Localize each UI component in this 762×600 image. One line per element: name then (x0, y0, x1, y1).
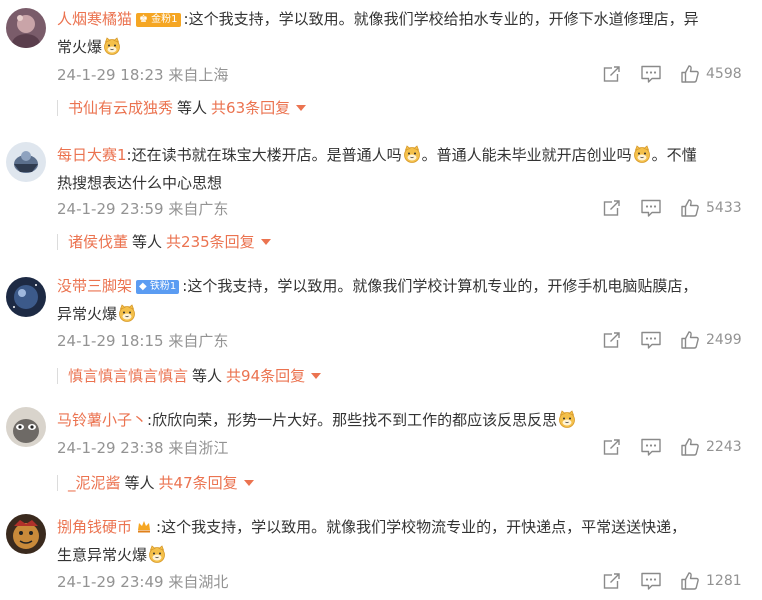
comment-actions: 2499 (602, 330, 752, 350)
doge-cat-icon (403, 145, 421, 163)
like-icon[interactable] (680, 198, 700, 218)
avatar[interactable] (6, 514, 46, 554)
reply-user[interactable]: 诸侯伐董 (68, 233, 128, 251)
username[interactable]: 没带三脚架 (57, 277, 132, 295)
doge-cat-icon (118, 304, 136, 322)
doge-cat-icon (558, 410, 576, 428)
comment-meta: 24-1-29 18:23 来自上海 (57, 65, 228, 85)
reply-divider (57, 234, 58, 250)
comment-actions: 4598 (602, 64, 752, 84)
comment-icon[interactable] (640, 330, 662, 350)
comment-meta: 24-1-29 23:59 来自广东 (57, 199, 228, 219)
reply-divider (57, 368, 58, 384)
chevron-down-icon[interactable] (296, 105, 307, 111)
comment-location: 来自广东 (168, 332, 229, 350)
like-icon[interactable] (680, 330, 700, 350)
comment-text: 捌角钱硬币:这个我支持，学以致用。就像我们学校物流专业的，开快递点，平常送送快递… (57, 518, 687, 536)
fan-badge: ◆ 铁粉1 (136, 280, 180, 294)
reply-user[interactable]: _泥泥酱 (68, 474, 121, 492)
like-icon[interactable] (680, 64, 700, 84)
username[interactable]: 每日大赛1 (57, 146, 127, 164)
comment-icon[interactable] (640, 571, 662, 591)
username[interactable]: 马铃薯小子丶 (57, 411, 147, 429)
comment-icon[interactable] (640, 437, 662, 457)
comment-date: 24-1-29 18:23 (57, 66, 164, 84)
share-icon[interactable] (602, 571, 622, 591)
fan-badge: ♚ 金粉1 (136, 13, 181, 27)
reply-count[interactable]: 共63条回复 (211, 99, 290, 117)
comment-text: 人烟寒橘猫 ♚ 金粉1:这个我支持，学以致用。就像我们学校给拍水专业的，开修下水道… (57, 10, 699, 28)
comment-text: 没带三脚架 ◆ 铁粉1:这个我支持，学以致用。就像我们学校计算机专业的，开修手机电… (57, 277, 698, 295)
comment-text-line2: 热搜想表达什么中心思想 (57, 174, 223, 192)
doge-cat-icon (633, 145, 651, 163)
reply-count[interactable]: 共235条回复 (166, 233, 255, 251)
reply-divider (57, 475, 58, 491)
comment-actions: 5433 (602, 198, 752, 218)
reply-summary[interactable]: 书仙有云成独秀 等人 共63条回复 (57, 97, 307, 119)
reply-count[interactable]: 共94条回复 (226, 367, 305, 385)
like-count: 5433 (706, 200, 742, 216)
comment-actions: 2243 (602, 437, 752, 457)
comment-text-line2: 生意异常火爆 (57, 541, 744, 569)
like-icon[interactable] (680, 437, 700, 457)
comment-location: 来自湖北 (168, 573, 229, 591)
comment-date: 24-1-29 23:38 (57, 439, 164, 457)
share-icon[interactable] (602, 198, 622, 218)
comment-date: 24-1-29 23:59 (57, 200, 164, 218)
comment-text-line2: 异常火爆 (57, 300, 744, 328)
reply-user[interactable]: 慎言慎言慎言慎言 (68, 367, 188, 385)
comment-meta: 24-1-29 23:49 来自湖北 (57, 572, 228, 592)
avatar[interactable] (6, 8, 46, 48)
comment-location: 来自浙江 (168, 439, 229, 457)
avatar[interactable] (6, 277, 46, 317)
comment-location: 来自广东 (168, 200, 229, 218)
reply-summary[interactable]: _泥泥酱 等人 共47条回复 (57, 472, 254, 494)
avatar[interactable] (6, 142, 46, 182)
comment-text-line2: 常火爆 (57, 33, 744, 61)
like-count: 2243 (706, 439, 742, 455)
username[interactable]: 捌角钱硬币 (57, 518, 132, 536)
comment-date: 24-1-29 23:49 (57, 573, 164, 591)
share-icon[interactable] (602, 64, 622, 84)
reply-count[interactable]: 共47条回复 (159, 474, 238, 492)
like-icon[interactable] (680, 571, 700, 591)
reply-user[interactable]: 书仙有云成独秀 (68, 99, 173, 117)
chevron-down-icon[interactable] (260, 239, 271, 245)
comment-icon[interactable] (640, 64, 662, 84)
share-icon[interactable] (602, 437, 622, 457)
comment-meta: 24-1-29 18:15 来自广东 (57, 331, 228, 351)
comment-icon[interactable] (640, 198, 662, 218)
comment-text: 马铃薯小子丶:欣欣向荣，形势一片大好。那些找不到工作的都应该反思反思 (57, 406, 744, 434)
comment-location: 来自上海 (168, 66, 229, 84)
username[interactable]: 人烟寒橘猫 (57, 10, 132, 28)
comment-text: 每日大赛1:还在读书就在珠宝大楼开店。是普通人吗 。普通人能未毕业就开店创业吗 。不… (57, 145, 697, 164)
like-count: 4598 (706, 66, 742, 82)
crown-icon (136, 518, 152, 534)
reply-summary[interactable]: 慎言慎言慎言慎言 等人 共94条回复 (57, 365, 322, 387)
share-icon[interactable] (602, 330, 622, 350)
chevron-down-icon[interactable] (311, 373, 322, 379)
comment-actions: 1281 (602, 571, 752, 591)
like-count: 2499 (706, 332, 742, 348)
like-count: 1281 (706, 573, 742, 589)
doge-cat-icon (103, 37, 121, 55)
comment-date: 24-1-29 18:15 (57, 332, 164, 350)
reply-summary[interactable]: 诸侯伐董 等人 共235条回复 (57, 231, 271, 253)
avatar[interactable] (6, 407, 46, 447)
chevron-down-icon[interactable] (243, 480, 254, 486)
reply-divider (57, 100, 58, 116)
comment-meta: 24-1-29 23:38 来自浙江 (57, 438, 228, 458)
doge-cat-icon (148, 545, 166, 563)
